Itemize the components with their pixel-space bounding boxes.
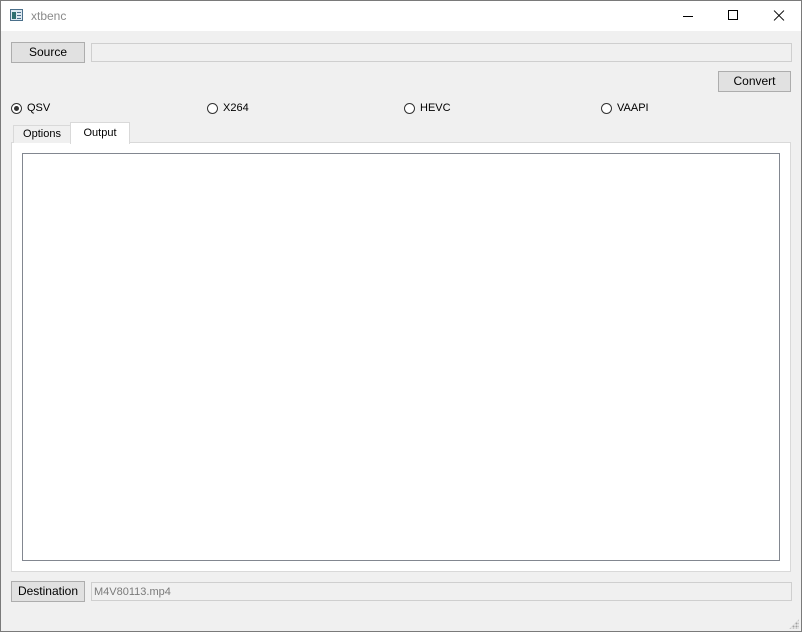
radio-unchecked-icon[interactable]: [601, 102, 612, 114]
title-bar[interactable]: xtbenc: [1, 1, 801, 31]
radio-label-x264: X264: [223, 102, 249, 114]
output-log-textarea[interactable]: [22, 153, 780, 561]
radio-checked-icon[interactable]: [11, 102, 22, 114]
destination-button[interactable]: Destination: [11, 581, 85, 602]
radio-qsv[interactable]: QSV: [11, 100, 50, 116]
minimize-button[interactable]: [665, 1, 711, 31]
close-button[interactable]: [756, 1, 801, 31]
minimize-icon: [683, 16, 693, 17]
radio-unchecked-icon[interactable]: [404, 102, 415, 114]
window-title: xtbenc: [31, 9, 67, 23]
maximize-icon: [728, 10, 738, 20]
radio-hevc[interactable]: HEVC: [404, 100, 451, 116]
radio-label-qsv: QSV: [27, 102, 51, 114]
source-button[interactable]: Source: [11, 42, 85, 63]
app-window-icon: [10, 9, 23, 21]
radio-label-vaapi: VAAPI: [617, 102, 649, 114]
app-window: xtbenc Source Convert QSV X264 HEVC VAAP…: [0, 0, 802, 632]
destination-path-field[interactable]: [91, 582, 792, 601]
tab-output[interactable]: Output: [70, 122, 130, 144]
radio-unchecked-icon[interactable]: [207, 102, 218, 114]
radio-x264[interactable]: X264: [207, 100, 249, 116]
size-grip-icon[interactable]: [789, 619, 799, 629]
close-icon: [773, 10, 785, 22]
maximize-button[interactable]: [711, 1, 757, 31]
convert-button[interactable]: Convert: [718, 71, 791, 92]
radio-label-hevc: HEVC: [420, 102, 451, 114]
tab-options[interactable]: Options: [13, 125, 71, 143]
source-path-field[interactable]: [91, 43, 792, 62]
radio-vaapi[interactable]: VAAPI: [601, 100, 649, 116]
